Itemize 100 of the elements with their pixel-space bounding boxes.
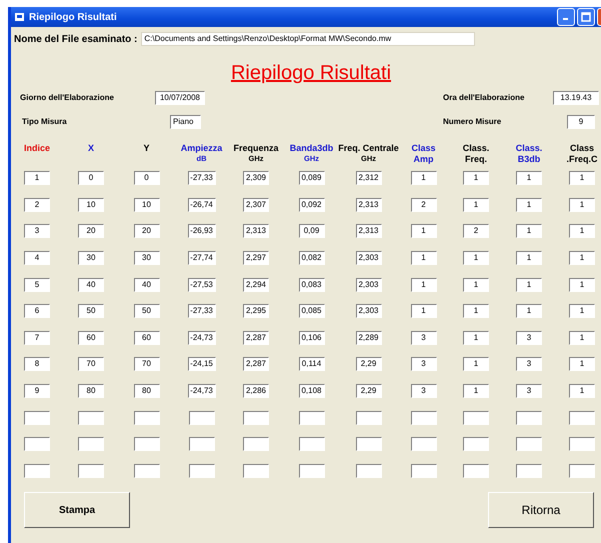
- value-field[interactable]: [410, 410, 436, 425]
- value-field[interactable]: [24, 464, 50, 478]
- value-field[interactable]: 1: [516, 278, 542, 292]
- value-field[interactable]: -27,33: [188, 171, 216, 186]
- value-field[interactable]: 50: [78, 304, 104, 318]
- value-field[interactable]: 1: [463, 278, 489, 292]
- value-field[interactable]: [356, 437, 382, 452]
- value-field[interactable]: 0,09: [298, 224, 324, 238]
- value-field[interactable]: 70: [134, 357, 160, 372]
- value-field[interactable]: 2,313: [243, 224, 269, 238]
- value-field[interactable]: 2,294: [243, 278, 269, 292]
- value-field[interactable]: 1: [569, 171, 595, 186]
- value-field[interactable]: 2,289: [356, 330, 382, 345]
- value-field[interactable]: 1: [569, 278, 595, 292]
- value-field[interactable]: 3: [24, 224, 50, 238]
- value-field[interactable]: 0: [78, 171, 104, 186]
- value-field[interactable]: [78, 464, 104, 478]
- value-field[interactable]: 60: [134, 330, 160, 345]
- value-field[interactable]: [463, 464, 489, 478]
- return-button[interactable]: Ritorna: [488, 492, 594, 528]
- day-field[interactable]: 10/07/2008: [155, 91, 205, 105]
- value-field[interactable]: [356, 464, 382, 478]
- value-field[interactable]: [516, 410, 542, 425]
- value-field[interactable]: 1: [569, 224, 595, 238]
- value-field[interactable]: 3: [410, 330, 436, 345]
- value-field[interactable]: 1: [569, 384, 595, 398]
- value-field[interactable]: 1: [410, 278, 436, 292]
- maximize-button[interactable]: [577, 8, 595, 26]
- value-field[interactable]: 2,295: [243, 304, 269, 318]
- value-field[interactable]: 1: [569, 198, 595, 212]
- value-field[interactable]: 2,309: [243, 171, 269, 186]
- value-field[interactable]: 80: [134, 384, 160, 398]
- value-field[interactable]: 70: [78, 357, 104, 372]
- value-field[interactable]: 3: [516, 330, 542, 345]
- value-field[interactable]: 1: [569, 330, 595, 345]
- value-field[interactable]: 1: [569, 357, 595, 372]
- value-field[interactable]: 60: [78, 330, 104, 345]
- value-field[interactable]: 0,114: [298, 357, 324, 372]
- value-field[interactable]: 3: [516, 357, 542, 372]
- value-field[interactable]: 1: [463, 330, 489, 345]
- value-field[interactable]: 1: [410, 251, 436, 266]
- value-field[interactable]: 1: [463, 384, 489, 398]
- value-field[interactable]: [243, 410, 269, 425]
- value-field[interactable]: [463, 410, 489, 425]
- value-field[interactable]: [356, 410, 382, 425]
- value-field[interactable]: 7: [24, 330, 50, 345]
- value-field[interactable]: [298, 410, 324, 425]
- value-field[interactable]: 2,313: [356, 198, 382, 212]
- count-field[interactable]: 9: [567, 115, 595, 129]
- value-field[interactable]: [410, 464, 436, 478]
- value-field[interactable]: 2,297: [243, 251, 269, 266]
- value-field[interactable]: [298, 464, 324, 478]
- value-field[interactable]: 2,303: [356, 251, 382, 266]
- value-field[interactable]: [569, 437, 595, 452]
- value-field[interactable]: 0,092: [298, 198, 324, 212]
- type-field[interactable]: Piano: [170, 115, 201, 129]
- value-field[interactable]: 1: [516, 304, 542, 318]
- value-field[interactable]: 30: [134, 251, 160, 266]
- value-field[interactable]: 1: [24, 171, 50, 186]
- value-field[interactable]: 1: [463, 251, 489, 266]
- value-field[interactable]: 1: [516, 171, 542, 186]
- value-field[interactable]: 1: [463, 304, 489, 318]
- value-field[interactable]: [463, 437, 489, 452]
- value-field[interactable]: 2,286: [243, 384, 269, 398]
- value-field[interactable]: 0: [134, 171, 160, 186]
- value-field[interactable]: 2,303: [356, 304, 382, 318]
- value-field[interactable]: -24,73: [188, 384, 216, 398]
- value-field[interactable]: 2,307: [243, 198, 269, 212]
- value-field[interactable]: 40: [134, 278, 160, 292]
- value-field[interactable]: [516, 464, 542, 478]
- value-field[interactable]: [188, 464, 214, 478]
- value-field[interactable]: [298, 437, 324, 452]
- value-field[interactable]: -24,15: [188, 357, 216, 372]
- value-field[interactable]: 2,303: [356, 278, 382, 292]
- value-field[interactable]: 20: [78, 224, 104, 238]
- value-field[interactable]: 1: [516, 198, 542, 212]
- value-field[interactable]: -26,74: [188, 198, 216, 212]
- value-field[interactable]: -24,73: [188, 330, 216, 345]
- value-field[interactable]: 0,106: [298, 330, 324, 345]
- value-field[interactable]: 1: [463, 171, 489, 186]
- value-field[interactable]: 2,287: [243, 357, 269, 372]
- value-field[interactable]: [516, 437, 542, 452]
- value-field[interactable]: 5: [24, 278, 50, 292]
- value-field[interactable]: 1: [463, 357, 489, 372]
- value-field[interactable]: 6: [24, 304, 50, 318]
- value-field[interactable]: 1: [463, 198, 489, 212]
- value-field[interactable]: 4: [24, 251, 50, 266]
- value-field[interactable]: 2,29: [356, 384, 382, 398]
- value-field[interactable]: 30: [78, 251, 104, 266]
- value-field[interactable]: 80: [78, 384, 104, 398]
- value-field[interactable]: 1: [410, 304, 436, 318]
- value-field[interactable]: 20: [134, 224, 160, 238]
- value-field[interactable]: 50: [134, 304, 160, 318]
- print-button[interactable]: Stampa: [24, 492, 130, 528]
- value-field[interactable]: 10: [134, 198, 160, 212]
- value-field[interactable]: 0,082: [298, 251, 324, 266]
- value-field[interactable]: 0,083: [298, 278, 324, 292]
- value-field[interactable]: -27,33: [188, 304, 216, 318]
- value-field[interactable]: 10: [78, 198, 104, 212]
- value-field[interactable]: 2,29: [356, 357, 382, 372]
